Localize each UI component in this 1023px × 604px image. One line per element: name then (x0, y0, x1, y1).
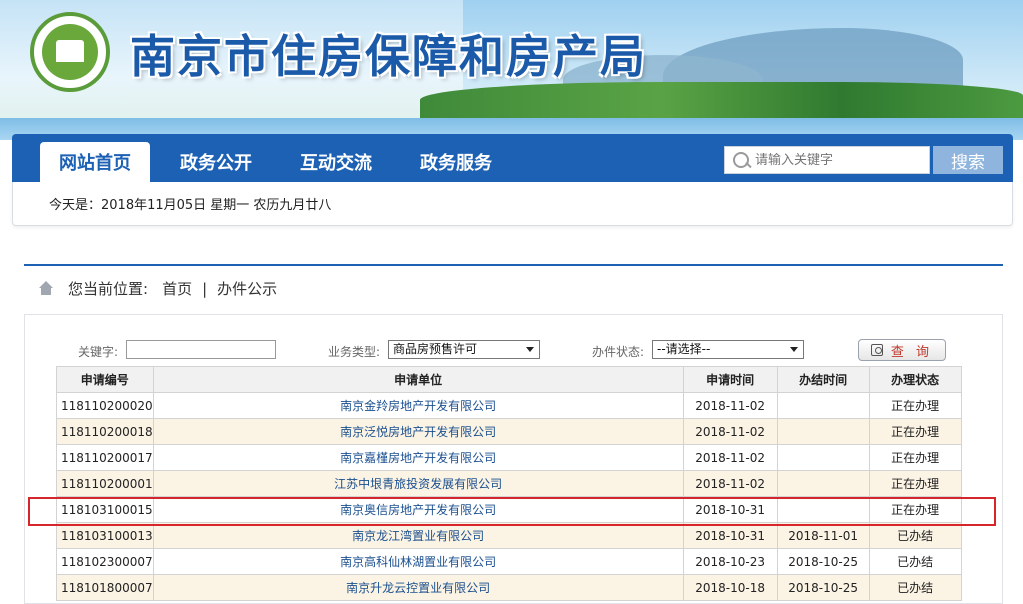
chevron-down-icon (790, 347, 798, 352)
column-header: 申请时间 (682, 366, 778, 393)
completion-date (776, 496, 870, 523)
table-row: 118110200001 江苏中垠青旅投资发展有限公司 2018-11-02 正… (56, 470, 962, 497)
column-header: 申请编号 (56, 366, 154, 393)
keyword-input[interactable] (126, 340, 276, 359)
breadcrumb-divider (24, 264, 1003, 266)
status-value: --请选择-- (657, 342, 711, 356)
breadcrumb: 您当前位置: 首页 | 办件公示 (38, 278, 277, 299)
application-number: 118103100013 (56, 522, 154, 549)
applicant-link[interactable]: 江苏中垠青旅投资发展有限公司 (152, 470, 684, 497)
status-text: 正在办理 (868, 496, 962, 523)
keyword-label: 关键字: (78, 345, 119, 359)
filter-bar: 关键字: 业务类型: 商品房预售许可 办件状态: --请选择-- 查 询 (24, 339, 1003, 363)
site-logo[interactable] (30, 12, 110, 92)
status-text: 正在办理 (868, 470, 962, 497)
site-title: 南京市住房保障和房产局 (130, 30, 648, 83)
completion-date: 2018-10-25 (776, 548, 870, 575)
application-date: 2018-11-02 (682, 418, 778, 445)
query-button[interactable]: 查 询 (858, 339, 946, 361)
business-type-label: 业务类型: (328, 345, 381, 359)
completion-date (776, 470, 870, 497)
application-date: 2018-11-02 (682, 392, 778, 419)
breadcrumb-home-link[interactable]: 首页 (162, 278, 192, 299)
table-row: 118110200018 南京泛悦房地产开发有限公司 2018-11-02 正在… (56, 418, 962, 445)
query-button-label: 查 询 (890, 344, 934, 360)
table-row: 118103100015 南京奥信房地产开发有限公司 2018-10-31 正在… (56, 496, 962, 523)
completion-date (776, 418, 870, 445)
main-nav: 网站首页 政务公开 互动交流 政务服务 搜索 (12, 134, 1013, 182)
search-icon (725, 146, 755, 174)
completion-date: 2018-11-01 (776, 522, 870, 549)
status-text: 已办结 (868, 522, 962, 549)
application-date: 2018-11-02 (682, 470, 778, 497)
results-table: 申请编号 申请单位 申请时间 办结时间 办理状态 118110200020 南京… (56, 366, 962, 601)
breadcrumb-separator: | (202, 279, 208, 298)
applicant-link[interactable]: 南京泛悦房地产开发有限公司 (152, 418, 684, 445)
status-text: 已办结 (868, 548, 962, 575)
applicant-link[interactable]: 南京龙江湾置业有限公司 (152, 522, 684, 549)
application-number: 118110200018 (56, 418, 154, 445)
current-date: 今天是：2018年11月05日 星期一 农历九月廿八 (49, 198, 332, 213)
search-box (724, 146, 930, 174)
status-label: 办件状态: (592, 345, 645, 359)
applicant-link[interactable]: 南京嘉槿房地产开发有限公司 (152, 444, 684, 471)
nav-item-interaction[interactable]: 互动交流 (290, 142, 382, 182)
applicant-link[interactable]: 南京金羚房地产开发有限公司 (152, 392, 684, 419)
completion-date (776, 444, 870, 471)
application-date: 2018-10-31 (682, 496, 778, 523)
column-header: 办结时间 (776, 366, 870, 393)
application-number: 118103100015 (56, 496, 154, 523)
column-header: 申请单位 (152, 366, 684, 393)
application-number: 118110200017 (56, 444, 154, 471)
nav-item-services[interactable]: 政务服务 (410, 142, 502, 182)
breadcrumb-current[interactable]: 办件公示 (217, 278, 277, 299)
table-row: 118103100013 南京龙江湾置业有限公司 2018-10-31 2018… (56, 522, 962, 549)
business-type-value: 商品房预售许可 (393, 342, 478, 356)
column-header: 办理状态 (868, 366, 962, 393)
search-button[interactable]: 搜索 (933, 146, 1003, 174)
application-date: 2018-11-02 (682, 444, 778, 471)
status-text: 正在办理 (868, 392, 962, 419)
application-number: 118110200020 (56, 392, 154, 419)
applicant-link[interactable]: 南京高科仙林湖置业有限公司 (152, 548, 684, 575)
chevron-down-icon (526, 347, 534, 352)
application-date: 2018-10-31 (682, 522, 778, 549)
table-row: 118110200020 南京金羚房地产开发有限公司 2018-11-02 正在… (56, 392, 962, 419)
header-banner: 南京市住房保障和房产局 (0, 0, 1023, 140)
business-type-select[interactable]: 商品房预售许可 (388, 340, 540, 359)
query-icon (870, 344, 883, 356)
table-row: 118110200017 南京嘉槿房地产开发有限公司 2018-11-02 正在… (56, 444, 962, 471)
city-wall-emblem-icon (42, 24, 98, 80)
date-bar: 今天是：2018年11月05日 星期一 农历九月廿八 (12, 182, 1013, 226)
table-row: 118102300007 南京高科仙林湖置业有限公司 2018-10-23 20… (56, 548, 962, 575)
status-text: 正在办理 (868, 444, 962, 471)
nav-item-home[interactable]: 网站首页 (40, 142, 150, 182)
nav-item-government-affairs[interactable]: 政务公开 (170, 142, 262, 182)
completion-date (776, 392, 870, 419)
status-text: 正在办理 (868, 418, 962, 445)
application-number: 118102300007 (56, 548, 154, 575)
search-input[interactable] (755, 152, 925, 168)
application-number: 118110200001 (56, 470, 154, 497)
status-select[interactable]: --请选择-- (652, 340, 804, 359)
applicant-link[interactable]: 南京奥信房地产开发有限公司 (152, 496, 684, 523)
table-header-row: 申请编号 申请单位 申请时间 办结时间 办理状态 (56, 366, 962, 393)
home-icon (38, 280, 54, 297)
application-date: 2018-10-23 (682, 548, 778, 575)
breadcrumb-prefix: 您当前位置: (68, 280, 149, 298)
